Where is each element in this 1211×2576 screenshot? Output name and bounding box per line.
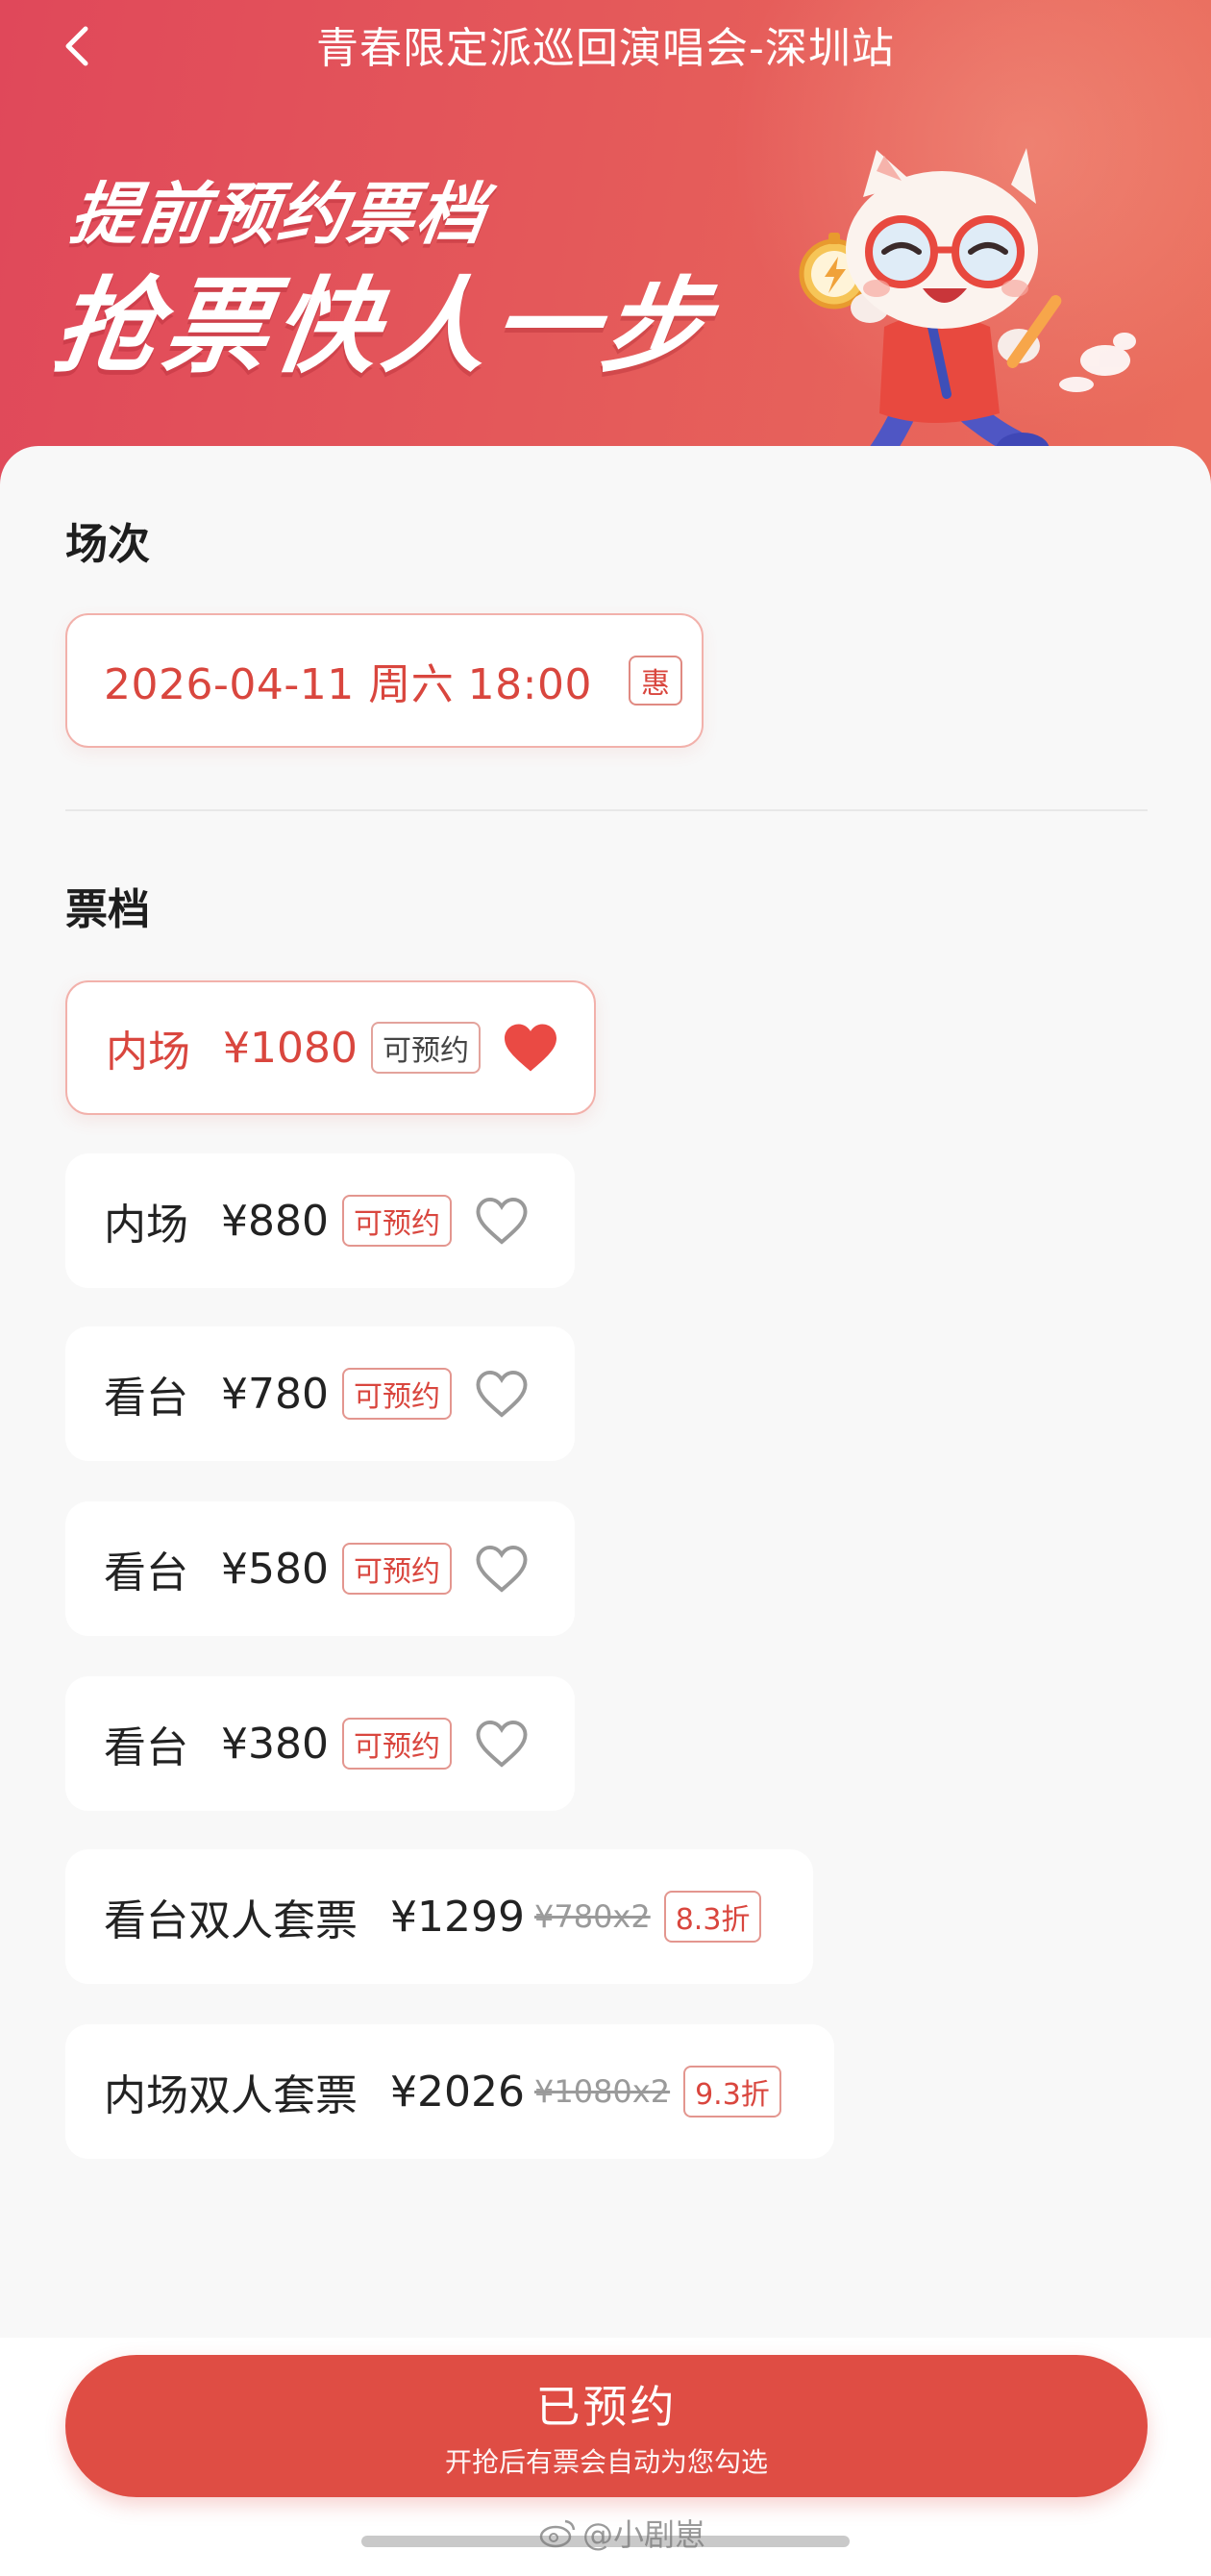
reservable-tag: 可预约 [370, 1022, 481, 1074]
reserved-button[interactable]: 已预约 开抢后有票会自动为您勾选 [65, 2355, 1148, 2497]
promo-slogan: 提前预约票档 抢票快人一步 [46, 173, 734, 390]
heart-outline-icon[interactable] [473, 1368, 531, 1420]
content-card: 场次 2026-04-11 周六 18:00 惠 票档 内场 ¥1080 可预约… [0, 446, 1211, 2340]
heart-filled-icon[interactable] [502, 1022, 559, 1074]
tier-label: 看台 [104, 1723, 188, 1772]
cta-subtitle: 开抢后有票会自动为您勾选 [444, 2446, 768, 2478]
tier-price: ¥1080 [223, 1023, 358, 1073]
heart-outline-icon[interactable] [473, 1543, 531, 1595]
ticket-tier-option[interactable]: 看台 ¥580 可预约 [65, 1501, 575, 1636]
tier-section-title: 票档 [65, 885, 150, 934]
tier-price: ¥880 [221, 1196, 329, 1246]
bundle-label: 看台双人套票 [104, 1896, 358, 1945]
original-price: ¥780x2 [533, 1898, 651, 1935]
tier-price: ¥580 [221, 1544, 329, 1594]
discount-badge: 惠 [628, 656, 682, 706]
reservable-tag: 可预约 [341, 1543, 452, 1595]
heart-outline-icon[interactable] [473, 1195, 531, 1247]
back-arrow-icon[interactable] [54, 23, 100, 69]
reservable-tag: 可预约 [341, 1718, 452, 1770]
tier-price: ¥380 [221, 1719, 329, 1769]
bundle-price: ¥1299 [390, 1892, 525, 1942]
ticket-tier-option[interactable]: 看台 ¥780 可预约 [65, 1326, 575, 1461]
tier-price: ¥780 [221, 1369, 329, 1419]
session-datetime: 2026-04-11 周六 18:00 [104, 660, 592, 709]
ticket-tier-option[interactable]: 内场 ¥1080 可预约 [65, 980, 596, 1115]
weibo-logo-icon [539, 2519, 576, 2548]
page-title: 青春限定派巡回演唱会-深圳站 [316, 24, 895, 73]
discount-tag: 8.3折 [663, 1891, 762, 1943]
tier-label: 内场 [104, 1201, 188, 1250]
watermark: @小剧崽 [538, 2511, 705, 2555]
bundle-label: 内场双人套票 [104, 2071, 358, 2120]
reservable-tag: 可预约 [341, 1195, 452, 1247]
divider [65, 809, 1148, 811]
heart-outline-icon[interactable] [473, 1718, 531, 1770]
nav-bar: 青春限定派巡回演唱会-深圳站 [0, 0, 1211, 88]
slogan-line-2: 抢票快人一步 [46, 267, 722, 387]
tier-label: 看台 [104, 1548, 188, 1598]
bundle-ticket-option[interactable]: 内场双人套票 ¥2026 ¥1080x2 9.3折 [65, 2024, 834, 2159]
slogan-line-1: 提前预约票档 [65, 175, 492, 254]
watermark-text: @小剧崽 [582, 2516, 706, 2553]
discount-tag: 9.3折 [683, 2066, 781, 2118]
reservable-tag: 可预约 [341, 1368, 452, 1420]
cta-title: 已预约 [535, 2381, 678, 2433]
original-price: ¥1080x2 [533, 2073, 671, 2110]
bundle-ticket-option[interactable]: 看台双人套票 ¥1299 ¥780x2 8.3折 [65, 1849, 813, 1984]
tier-label: 内场 [106, 1028, 190, 1077]
bundle-price: ¥2026 [390, 2067, 525, 2117]
ticket-tier-option[interactable]: 看台 ¥380 可预约 [65, 1676, 575, 1811]
session-section-title: 场次 [65, 520, 150, 569]
ticket-tier-option[interactable]: 内场 ¥880 可预约 [65, 1153, 575, 1288]
session-option-selected[interactable]: 2026-04-11 周六 18:00 惠 [65, 613, 704, 748]
tier-label: 看台 [104, 1374, 188, 1423]
